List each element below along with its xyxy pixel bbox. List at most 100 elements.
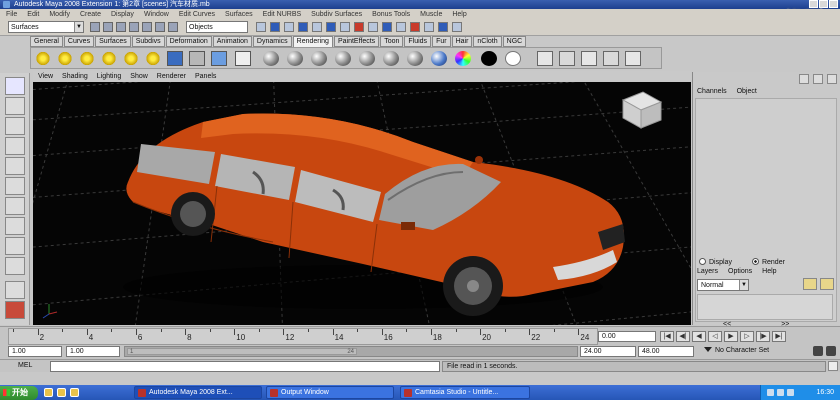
move-tool-icon[interactable] (5, 137, 25, 155)
step-forward-key-icon[interactable]: |▶ (756, 331, 770, 342)
menu-bonus-tools[interactable]: Bonus Tools (372, 11, 410, 18)
open-scene-icon[interactable] (103, 22, 113, 32)
tab-dynamics[interactable]: Dynamics (252, 36, 292, 47)
new-layer-selected-icon[interactable] (820, 278, 834, 290)
current-frame-field[interactable]: 0.00 (598, 331, 656, 342)
surface-shader-icon[interactable] (505, 51, 521, 66)
range-handle[interactable]: 1 24 (127, 348, 357, 355)
menu-window[interactable]: Window (144, 11, 169, 18)
camera-aim-icon[interactable] (189, 51, 205, 66)
lasso-tool-icon[interactable] (5, 97, 25, 115)
animation-end-field[interactable]: 48.00 (638, 346, 694, 357)
tab-rendering[interactable]: Rendering (292, 36, 333, 47)
camera-aim-up-icon[interactable] (211, 51, 227, 66)
menu-muscle[interactable]: Muscle (420, 11, 442, 18)
auto-key-icon[interactable] (813, 346, 823, 356)
layered-shader-icon[interactable] (383, 51, 399, 66)
viewport-menu-view[interactable]: View (38, 71, 53, 82)
playback-end-field[interactable]: 24.00 (580, 346, 636, 357)
range-bar[interactable]: 1 24 (124, 346, 578, 357)
select-object-icon[interactable] (142, 22, 152, 32)
tab-curves[interactable]: Curves (63, 36, 95, 47)
snap-curve-icon[interactable] (256, 22, 266, 32)
soft-modification-icon[interactable] (5, 217, 25, 235)
step-forward-frame-icon[interactable]: ▷ (740, 331, 754, 342)
tab-ngc[interactable]: NGC (502, 36, 527, 47)
selection-mask-field[interactable]: Objects (186, 21, 248, 33)
four-view-layout-icon[interactable] (5, 301, 25, 319)
show-attribute-editor-icon[interactable] (424, 22, 434, 32)
animation-start-field[interactable]: 1.00 (8, 346, 62, 357)
render-layer-radio[interactable]: Render (751, 258, 785, 266)
select-tool-icon[interactable] (5, 77, 25, 95)
menu-options[interactable]: Options (728, 268, 752, 275)
menu-channels[interactable]: Channels (697, 88, 727, 95)
ramp-shader-icon[interactable] (455, 51, 471, 66)
start-button[interactable]: 开始 (0, 386, 38, 400)
ocean-shader-icon[interactable] (407, 51, 423, 66)
tab-subdivs[interactable]: Subdivs (131, 36, 165, 47)
menu-help[interactable]: Help (452, 11, 466, 18)
menu-object[interactable]: Object (737, 88, 757, 95)
shelf-editor-icon[interactable] (235, 51, 251, 66)
viewport-menu-lighting[interactable]: Lighting (97, 71, 122, 82)
play-backward-icon[interactable]: ◁ (708, 331, 722, 342)
network-icon[interactable] (767, 389, 774, 396)
scale-tool-icon[interactable] (5, 177, 25, 195)
menu-help[interactable]: Help (762, 268, 776, 275)
render-settings-icon[interactable] (581, 51, 597, 66)
menu-set-selector[interactable]: Surfaces ▼ (8, 21, 84, 33)
menu-modify[interactable]: Modify (49, 11, 70, 18)
mel-label[interactable]: MEL (18, 362, 32, 369)
menu-surfaces[interactable]: Surfaces (225, 11, 253, 18)
make-live-icon[interactable] (298, 22, 308, 32)
menu-edit[interactable]: Edit (27, 11, 39, 18)
last-tool-icon[interactable] (5, 257, 25, 275)
render-globals-icon[interactable] (382, 22, 392, 32)
tab-surfaces[interactable]: Surfaces (95, 36, 131, 47)
animation-preferences-icon[interactable] (826, 346, 836, 356)
menu-display[interactable]: Display (111, 11, 134, 18)
menu-create[interactable]: Create (80, 11, 101, 18)
tab-toon[interactable]: Toon (380, 36, 404, 47)
directional-light-icon[interactable] (57, 51, 73, 66)
show-channel-box-toggle-icon[interactable] (799, 74, 809, 84)
step-back-key-icon[interactable]: ◀| (676, 331, 690, 342)
menu-file[interactable]: File (6, 11, 17, 18)
taskbar-item-output-window[interactable]: Output Window (266, 386, 394, 399)
paint-select-tool-icon[interactable] (5, 117, 25, 135)
menu-edit-curves[interactable]: Edit Curves (179, 11, 215, 18)
tab-fluids[interactable]: Fluids (404, 36, 432, 47)
input-method-icon[interactable] (787, 389, 794, 396)
phong-material-icon[interactable] (311, 51, 327, 66)
history-icon[interactable] (312, 22, 322, 32)
tab-animation[interactable]: Animation (212, 36, 252, 47)
time-slider-track[interactable]: 2 4 6 8 10 12 14 16 18 20 22 24 (8, 328, 598, 345)
show-channel-box-icon[interactable] (452, 22, 462, 32)
new-scene-icon[interactable] (90, 22, 100, 32)
layer-list[interactable] (697, 294, 833, 320)
viewport-menu-show[interactable]: Show (130, 71, 148, 82)
tab-deformation[interactable]: Deformation (165, 36, 212, 47)
tab-general[interactable]: General (30, 36, 63, 47)
script-editor-icon[interactable] (828, 361, 838, 371)
menu-layers[interactable]: Layers (697, 268, 718, 275)
volume-light-icon[interactable] (145, 51, 161, 66)
hypershade-window-icon[interactable] (537, 51, 553, 66)
volume-icon[interactable] (777, 389, 784, 396)
close-button[interactable] (829, 0, 838, 8)
blinn-material-icon[interactable] (263, 51, 279, 66)
browser-icon[interactable] (57, 388, 66, 397)
show-desktop-icon[interactable] (44, 388, 53, 397)
blend-mode-dropdown[interactable]: Normal ▼ (697, 279, 749, 291)
phonge-material-icon[interactable] (335, 51, 351, 66)
display-layer-radio[interactable]: Display (699, 258, 732, 266)
spot-light-icon[interactable] (101, 51, 117, 66)
construction-history-icon[interactable] (326, 22, 336, 32)
save-scene-icon[interactable] (116, 22, 126, 32)
camera-icon[interactable] (167, 51, 183, 66)
tab-hair[interactable]: Hair (451, 36, 473, 47)
hypershade-icon[interactable] (410, 22, 420, 32)
show-layer-editor-toggle-icon[interactable] (813, 74, 823, 84)
ambient-light-icon[interactable] (35, 51, 51, 66)
